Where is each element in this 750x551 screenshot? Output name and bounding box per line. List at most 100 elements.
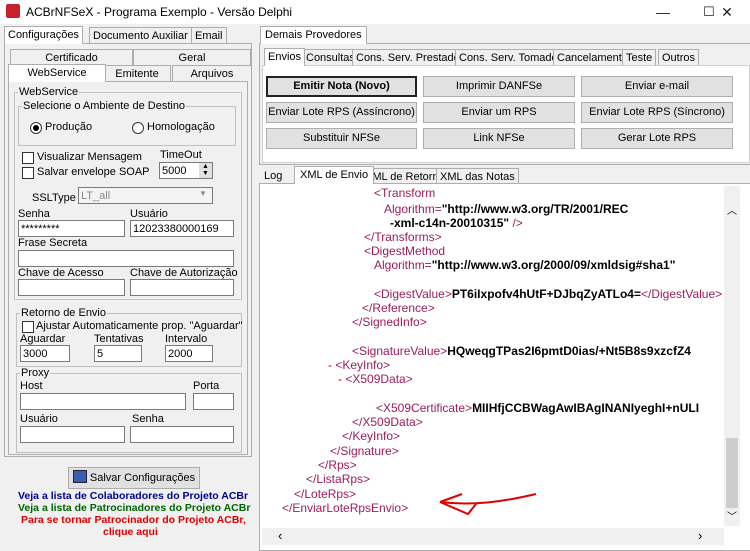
tab-geral[interactable]: Geral — [133, 49, 251, 66]
proxy-usuario-input[interactable] — [20, 426, 125, 443]
save-icon — [72, 470, 87, 483]
tab-demais-provedores[interactable]: Demais Provedores — [260, 26, 367, 44]
radio-producao[interactable] — [30, 122, 42, 134]
tab-arquivos[interactable]: Arquivos — [172, 65, 252, 82]
scroll-left-icon[interactable]: ‹ — [278, 528, 282, 543]
imprimir-danfse-button[interactable]: Imprimir DANFSe — [423, 76, 575, 97]
xml-text: HQweqgTPas2I6pmtD0ias/+Nt5B8s9xzcfZ4 — [447, 344, 691, 358]
xml-line: </DigestValue> — [640, 287, 723, 301]
vertical-scroll-thumb[interactable] — [726, 438, 738, 508]
xml-viewer[interactable]: <Transform Algorithm="http://www.w3.org/… — [262, 186, 724, 526]
gerar-lote-rps-button[interactable]: Gerar Lote RPS — [581, 128, 733, 149]
porta-label: Porta — [193, 380, 220, 392]
proxy-caption: Proxy — [20, 367, 51, 379]
host-input[interactable] — [20, 393, 186, 410]
collapse-icon[interactable]: - — [338, 372, 342, 386]
host-label: Host — [20, 380, 43, 392]
ajustar-checkbox[interactable] — [22, 321, 34, 333]
senha-input[interactable]: ********* — [18, 220, 125, 237]
red-arrow-annotation — [439, 493, 537, 516]
xml-line: </EnviarLoteRpsEnvio> — [282, 501, 409, 515]
title-bar: ACBrNFSeX - Programa Exemplo - Versão De… — [0, 0, 750, 24]
xml-line: <SignatureValue> — [352, 344, 448, 358]
scroll-right-icon[interactable]: › — [698, 528, 702, 543]
salvar-configuracoes-button[interactable]: Salvar Configurações — [68, 467, 200, 489]
tentativas-label: Tentativas — [94, 333, 144, 345]
link-clique-aqui[interactable]: clique aqui — [103, 526, 158, 538]
substituir-nfse-button[interactable]: Substituir NFSe — [266, 128, 417, 149]
aguardar-input[interactable]: 3000 — [20, 345, 70, 362]
proxy-senha-label: Senha — [132, 413, 164, 425]
scroll-up-icon[interactable]: ︿ — [727, 202, 737, 217]
radio-homologacao-label: Homologação — [147, 121, 215, 133]
tab-cons-serv-prestados[interactable]: Cons. Serv. Prestados — [352, 49, 470, 66]
link-patrocinar-text[interactable]: Para se tornar Patrocinador do Projeto A… — [21, 514, 246, 526]
link-nfse-button[interactable]: Link NFSe — [423, 128, 575, 149]
tab-cancelamento[interactable]: Cancelamento — [553, 49, 632, 66]
xml-attr: Algorithm= — [374, 258, 432, 272]
tab-xml-envio[interactable]: XML de Envio — [294, 166, 375, 184]
ambiente-caption: Selecione o Ambiente de Destino — [22, 100, 187, 112]
vertical-scrollbar[interactable]: ︿ ﹀ — [724, 186, 740, 526]
app-icon — [6, 4, 20, 18]
tab-consultas[interactable]: Consultas — [302, 49, 359, 66]
link-colaboradores[interactable]: Veja a lista de Colaboradores do Projeto… — [18, 490, 248, 502]
tab-configuracoes[interactable]: Configurações — [4, 26, 83, 44]
aguardar-label: Aguardar — [20, 333, 66, 345]
senha-label: Senha — [18, 208, 50, 220]
enviar-email-button[interactable]: Enviar e-mail — [581, 76, 733, 97]
xml-line: </Signature> — [330, 444, 399, 458]
timeout-spin-icon[interactable]: ▲ ▼ — [199, 163, 212, 178]
xml-line: </LoteRps> — [294, 487, 357, 501]
enviar-um-rps-button[interactable]: Enviar um RPS — [423, 102, 575, 123]
visualizar-mensagem-checkbox[interactable] — [22, 152, 34, 164]
close-button[interactable]: ✕ — [704, 0, 750, 24]
enviar-lote-sincrono-button[interactable]: Enviar Lote RPS (Síncrono) — [581, 102, 733, 123]
xml-attr-value: "http://www.w3.org/2000/09/xmldsig#sha1" — [431, 258, 676, 272]
tab-email[interactable]: Email — [191, 27, 227, 44]
radio-homologacao[interactable] — [132, 122, 144, 134]
usuario-input[interactable]: 12023380000169 — [130, 220, 234, 237]
collapse-icon[interactable]: - — [328, 358, 332, 372]
intervalo-label: Intervalo — [165, 333, 208, 345]
chave-autorizacao-input[interactable] — [130, 279, 234, 296]
tab-emitente[interactable]: Emitente — [103, 65, 171, 82]
ssltype-select[interactable]: LT_all — [78, 187, 213, 204]
minimize-button[interactable]: — — [640, 0, 686, 24]
webservice-caption: WebService — [18, 86, 80, 98]
tentativas-input[interactable]: 5 — [94, 345, 142, 362]
enviar-lote-assincrono-button[interactable]: Enviar Lote RPS (Assíncrono) — [266, 102, 417, 123]
frase-secreta-input[interactable] — [18, 250, 234, 267]
emitir-nota-button[interactable]: Emitir Nota (Novo) — [266, 76, 417, 97]
porta-input[interactable] — [193, 393, 234, 410]
link-patrocinadores[interactable]: Veja a lista de Patrocinadores do Projet… — [18, 502, 250, 514]
xml-text: PT6iIxpofv4hUtF+DJbqZyATLo4= — [451, 287, 641, 301]
ajustar-label: Ajustar Automaticamente prop. "Aguardar" — [36, 320, 243, 332]
xml-attr: Algorithm= — [384, 202, 442, 216]
tab-envios[interactable]: Envios — [264, 48, 306, 66]
tab-log[interactable]: Log — [261, 168, 285, 184]
chave-acesso-input[interactable] — [18, 279, 125, 296]
radio-producao-label: Produção — [45, 121, 93, 133]
tab-outros[interactable]: Outros — [658, 49, 700, 66]
proxy-senha-input[interactable] — [130, 426, 234, 443]
tab-documento-auxiliar[interactable]: Documento Auxiliar — [89, 27, 192, 44]
tab-teste[interactable]: Teste — [622, 49, 657, 66]
xml-line: </Transforms> — [364, 230, 442, 244]
tab-cons-serv-tomados[interactable]: Cons. Serv. Tomados — [455, 49, 568, 66]
frase-secreta-label: Frase Secreta — [18, 237, 88, 249]
salvar-envelope-checkbox[interactable] — [22, 167, 34, 179]
timeout-label: TimeOut — [160, 149, 202, 161]
xml-line: </Reference> — [362, 301, 435, 315]
xml-line: </KeyInfo> — [342, 429, 401, 443]
tab-webservice[interactable]: WebService — [8, 64, 106, 82]
intervalo-input[interactable]: 2000 — [165, 345, 213, 362]
scroll-down-icon[interactable]: ﹀ — [727, 508, 737, 523]
horizontal-scrollbar[interactable]: ‹ › — [262, 528, 724, 545]
proxy-usuario-label: Usuário — [20, 413, 58, 425]
xml-line: </X509Data> — [352, 415, 423, 429]
xml-attr-value: "http://www.w3.org/TR/2001/REC — [441, 202, 629, 216]
retorno-caption: Retorno de Envio — [20, 307, 107, 319]
xml-line: <X509Certificate> — [376, 401, 473, 415]
chave-acesso-label: Chave de Acesso — [18, 267, 104, 279]
